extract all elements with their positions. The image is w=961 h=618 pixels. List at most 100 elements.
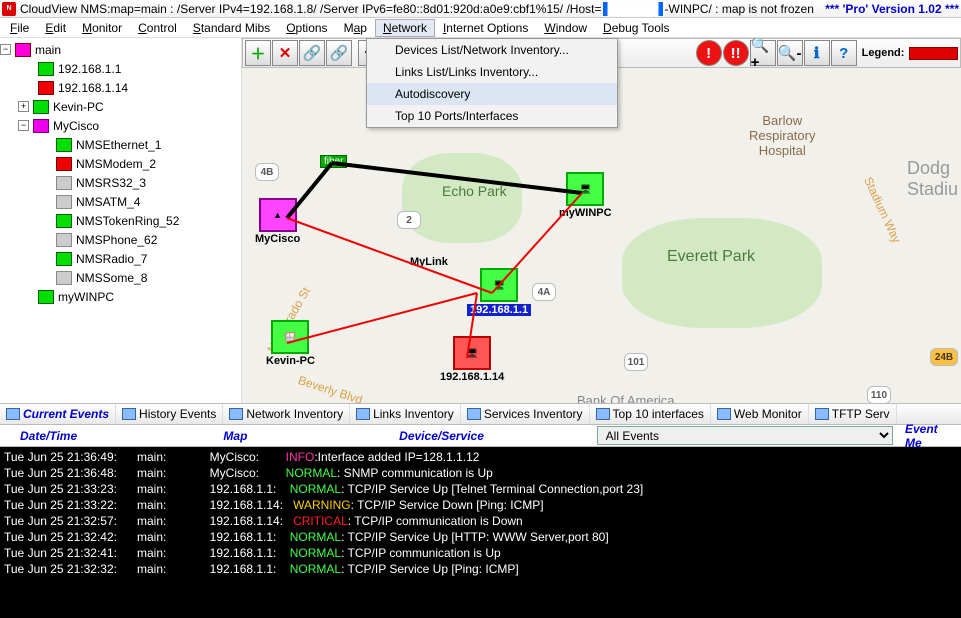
help-button[interactable]: ? [831, 40, 857, 66]
log-row[interactable]: Tue Jun 25 21:36:49: main: MyCisco: INFO… [4, 449, 957, 465]
node-kevin-pc-label: Kevin-PC [266, 355, 315, 367]
events-log[interactable]: Tue Jun 25 21:36:49: main: MyCisco: INFO… [0, 447, 961, 618]
node-192-168-1-14[interactable]: 🖥192.168.1.14 [440, 336, 504, 383]
menu-internet-options[interactable]: Internet Options [435, 19, 536, 37]
log-row[interactable]: Tue Jun 25 21:32:42: main: 192.168.1.1: … [4, 529, 957, 545]
zoom-out-button[interactable]: 🔍- [777, 40, 803, 66]
menu-top10-ports[interactable]: Top 10 Ports/Interfaces [367, 105, 617, 127]
menu-network[interactable]: Network [375, 19, 435, 37]
shield-4b: 4B [255, 163, 279, 181]
tab-services-inventory[interactable]: Services Inventory [461, 404, 590, 424]
shield-110: 110 [867, 386, 891, 403]
park-echo: Echo Park [442, 183, 507, 199]
col-map[interactable]: Map [223, 429, 399, 443]
link-remove-button[interactable]: 🔗 [326, 40, 352, 66]
log-row[interactable]: Tue Jun 25 21:32:57: main: 192.168.1.14:… [4, 513, 957, 529]
log-row[interactable]: Tue Jun 25 21:32:41: main: 192.168.1.1: … [4, 545, 957, 561]
tree-host-kevinpc[interactable]: Kevin-PC [53, 100, 104, 114]
log-row[interactable]: Tue Jun 25 21:33:23: main: 192.168.1.1: … [4, 481, 957, 497]
node-mywinpc-label: myWINPC [559, 207, 612, 219]
log-row[interactable]: Tue Jun 25 21:33:22: main: 192.168.1.14:… [4, 497, 957, 513]
menu-standard-mibs[interactable]: Standard Mibs [185, 19, 278, 37]
info-button[interactable]: ℹ [804, 40, 830, 66]
tree-host-mywinpc[interactable]: myWINPC [58, 290, 114, 304]
add-node-button[interactable]: ＋ [245, 40, 271, 66]
host-icon [33, 119, 49, 133]
tab-current-events[interactable]: Current Events [0, 404, 116, 424]
log-row[interactable]: Tue Jun 25 21:32:32: main: 192.168.1.1: … [4, 561, 957, 577]
link-add-button[interactable]: 🔗 [299, 40, 325, 66]
interface-icon [56, 157, 72, 171]
tree-host-2[interactable]: 192.168.1.14 [58, 81, 128, 95]
menu-edit[interactable]: Edit [37, 19, 74, 37]
app-logo-icon: N [2, 2, 16, 16]
menu-monitor[interactable]: Monitor [74, 19, 130, 37]
place-dodger: Dodg Stadiu [907, 158, 958, 200]
col-device-service[interactable]: Device/Service [399, 429, 596, 443]
host-icon [33, 100, 49, 114]
interface-icon [56, 252, 72, 266]
legend-critical-badge: Critical [909, 47, 958, 60]
menu-devices-list[interactable]: Devices List/Network Inventory... [367, 39, 617, 61]
menu-debug-tools[interactable]: Debug Tools [595, 19, 678, 37]
shield-24b: 24B [930, 348, 958, 366]
title-app: CloudView NMS [20, 2, 107, 16]
node-mycisco[interactable]: ▲MyCisco [255, 198, 300, 245]
place-barlow: Barlow Respiratory Hospital [749, 113, 815, 158]
title-map: :map=main : /Server IPv4=192.168.1.8/ /S… [107, 2, 601, 16]
interface-icon [56, 195, 72, 209]
shield-101: 101 [624, 353, 648, 371]
alert-ack-button[interactable]: !! [723, 40, 749, 66]
tab-network-inventory[interactable]: Network Inventory [223, 404, 350, 424]
menu-window[interactable]: Window [536, 19, 595, 37]
tree-host-1[interactable]: 192.168.1.1 [58, 62, 121, 76]
tab-links-inventory[interactable]: Links Inventory [350, 404, 461, 424]
tab-top10-interfaces[interactable]: Top 10 interfaces [590, 404, 711, 424]
main-map-icon [15, 43, 31, 57]
tree-if-rs32[interactable]: NMSRS32_3 [76, 176, 146, 190]
tab-icon [596, 408, 610, 420]
menu-autodiscovery[interactable]: Autodiscovery [367, 83, 617, 105]
menu-links-list[interactable]: Links List/Links Inventory... [367, 61, 617, 83]
menu-options[interactable]: Options [278, 19, 335, 37]
tree-if-some8[interactable]: NMSSome_8 [76, 271, 147, 285]
device-tree[interactable]: − main 192.168.1.1 192.168.1.14 + Kevin-PC… [0, 38, 242, 403]
zoom-in-button[interactable]: 🔍+ [750, 40, 776, 66]
event-filter-select[interactable]: All Events [597, 426, 893, 445]
title-pro-version: *** 'Pro' Version 1.02 *** [825, 2, 959, 16]
shield-4a: 4A [532, 283, 556, 301]
log-row[interactable]: Tue Jun 25 21:36:48: main: MyCisco: NORM… [4, 465, 957, 481]
tree-main[interactable]: main [35, 43, 61, 57]
delete-node-button[interactable]: ✕ [272, 40, 298, 66]
tree-collapse-mycisco[interactable]: − [18, 120, 29, 131]
tree-expand-kevinpc[interactable]: + [18, 101, 29, 112]
tab-icon [356, 408, 370, 420]
node-kevin-pc[interactable]: 🪟Kevin-PC [266, 320, 315, 367]
tab-tftp-server[interactable]: TFTP Serv [809, 404, 897, 424]
tree-collapse-main[interactable]: − [0, 44, 11, 55]
events-tab-bar: Current Events History Events Network In… [0, 403, 961, 425]
link-mylink-label: MyLink [410, 256, 448, 268]
menu-map[interactable]: Map [336, 19, 375, 37]
tree-if-phone62[interactable]: NMSPhone_62 [76, 233, 157, 247]
tree-if-modem2[interactable]: NMSModem_2 [76, 157, 156, 171]
tree-if-atm4[interactable]: NMSATM_4 [76, 195, 140, 209]
legend-label: Legend: [862, 47, 905, 59]
node-mycisco-label: MyCisco [255, 233, 300, 245]
col-date-time[interactable]: Date/Time [4, 429, 223, 443]
tree-if-tokenring52[interactable]: NMSTokenRing_52 [76, 214, 179, 228]
tab-web-monitor[interactable]: Web Monitor [711, 404, 809, 424]
tree-if-radio7[interactable]: NMSRadio_7 [76, 252, 147, 266]
node-mywinpc[interactable]: 🖥myWINPC [559, 172, 612, 219]
tree-host-mycisco[interactable]: MyCisco [53, 119, 99, 133]
road-stadium: Stadium Way [861, 175, 904, 245]
tab-icon [6, 408, 20, 420]
place-bofa: Bank Of America [577, 393, 675, 403]
alert-red-button[interactable]: ! [696, 40, 722, 66]
link-fiber-label: fiber [320, 155, 347, 168]
tree-if-ethernet1[interactable]: NMSEthernet_1 [76, 138, 161, 152]
menu-control[interactable]: Control [130, 19, 185, 37]
tab-history-events[interactable]: History Events [116, 404, 223, 424]
menu-file[interactable]: File [2, 19, 37, 37]
node-192-168-1-1[interactable]: 🖥192.168.1.1 [467, 268, 531, 316]
